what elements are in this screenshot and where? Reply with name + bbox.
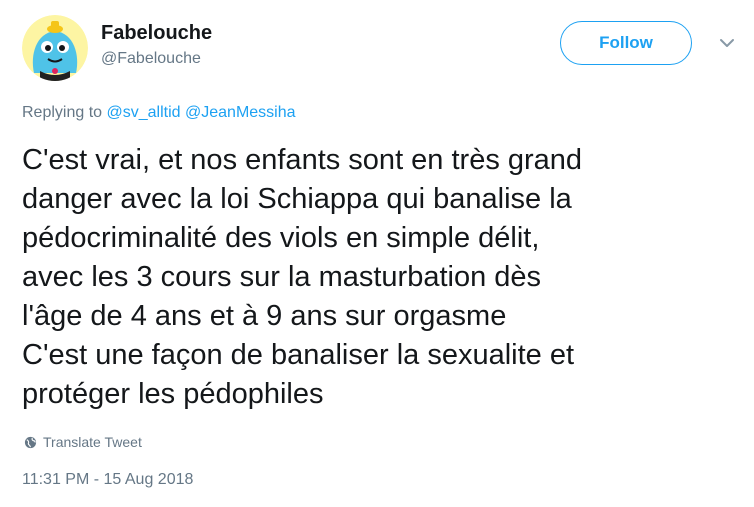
mention-link[interactable]: @JeanMessiha: [185, 104, 296, 121]
tweet-text: C'est vrai, et nos enfants sont en très …: [22, 141, 742, 414]
username-handle[interactable]: @Fabelouche: [101, 49, 201, 69]
tweet-text-line: pédocriminalité des viols en simple déli…: [22, 222, 540, 254]
follow-button[interactable]: Follow: [560, 21, 692, 65]
tweet-text-line: avec les 3 cours sur la masturbation dès: [22, 261, 542, 293]
avatar-image: [22, 15, 88, 81]
reply-context: Replying to @sv_alltid @JeanMessiha: [22, 103, 296, 123]
translate-label: Translate Tweet: [43, 434, 142, 450]
display-name[interactable]: Fabelouche: [101, 21, 212, 45]
tweet-text-line: C'est une façon de banaliser la sexualit…: [22, 339, 575, 371]
translate-tweet-link[interactable]: Translate Tweet: [24, 433, 142, 451]
mention-link[interactable]: @sv_alltid: [107, 104, 181, 121]
tweet-timestamp[interactable]: 11:31 PM - 15 Aug 2018: [22, 470, 193, 490]
tweet-text-line: l'âge de 4 ans et à 9 ans sur orgasme: [22, 300, 507, 332]
avatar[interactable]: [22, 15, 88, 81]
reply-prefix: Replying to: [22, 104, 103, 121]
tweet-text-line: C'est vrai, et nos enfants sont en très …: [22, 144, 583, 176]
chevron-down-icon[interactable]: [717, 36, 737, 50]
tweet-text-line: danger avec la loi Schiappa qui banalise…: [22, 183, 572, 215]
globe-icon: [24, 436, 37, 448]
tweet-text-line: protéger les pédophiles: [22, 378, 324, 410]
